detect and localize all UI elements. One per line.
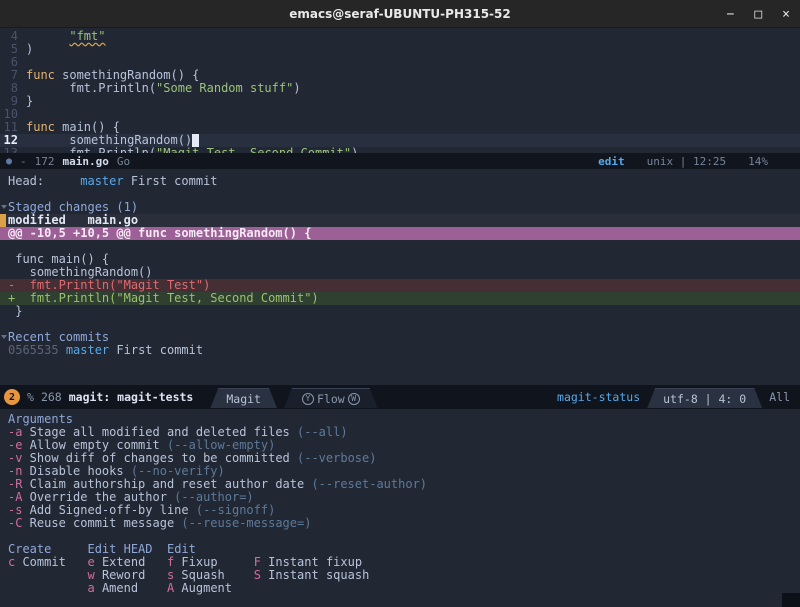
- buffer-name: main.go: [62, 154, 109, 168]
- close-icon[interactable]: ×: [782, 7, 790, 22]
- commit-line[interactable]: 0565535 master First commit: [0, 344, 800, 357]
- buffer-line: 5): [0, 43, 800, 56]
- circled-y-icon: Y: [302, 393, 314, 405]
- arg-reuse-message[interactable]: -C Reuse commit message (--reuse-message…: [0, 517, 800, 530]
- code-buffer-main-go[interactable]: 4 "fmt" 5) 6 7 func somethingRandom() {8 fmt…: [0, 28, 800, 153]
- diff-added-line[interactable]: + fmt.Println("Magit Test, Second Commit…: [0, 292, 800, 305]
- diff-context-line[interactable]: }: [0, 305, 800, 318]
- scroll-indicator: All: [769, 390, 790, 404]
- magit-buffer-size: 268: [40, 390, 62, 404]
- transient-commit-popup[interactable]: Arguments -a Stage all modified and delet…: [0, 409, 800, 607]
- circled-w-icon: W: [348, 393, 360, 405]
- maximize-icon[interactable]: □: [754, 7, 762, 22]
- tab-magit[interactable]: Magit: [210, 388, 277, 408]
- line-number: 13: [3, 146, 18, 154]
- encoding-and-time: unix | 12:25: [646, 154, 727, 168]
- magit-status-buffer[interactable]: Head: master First commit Staged changes …: [0, 169, 800, 385]
- head-line[interactable]: Head: master First commit: [0, 175, 800, 188]
- buffer-line: 8 fmt.Println("Some Random stuff"): [0, 82, 800, 95]
- minimize-icon[interactable]: −: [727, 7, 735, 22]
- buffer-line: 10: [0, 108, 800, 121]
- tab-encoding-position[interactable]: utf-8 | 4: 0: [647, 388, 762, 408]
- tab-flow[interactable]: Y Flow W: [284, 388, 378, 408]
- modeline-right-group: edit unix | 12:25 14%: [598, 155, 800, 168]
- hunk-heading[interactable]: @@ -10,5 +10,5 @@ func somethingRandom()…: [0, 227, 800, 240]
- window-controls: − □ ×: [727, 0, 790, 28]
- buffer-line: 9}: [0, 95, 800, 108]
- scroll-percentage: 14%: [748, 154, 768, 168]
- buffer-line: 4 "fmt": [0, 30, 800, 43]
- magit-major-mode[interactable]: magit-status: [557, 390, 640, 404]
- emacs-frame: emacs@seraf-UBUNTU-PH315-52 − □ × 4 "fmt…: [0, 0, 800, 607]
- section-heading-recent[interactable]: Recent commits: [0, 331, 800, 344]
- window-title: emacs@seraf-UBUNTU-PH315-52: [289, 6, 511, 21]
- magit-buffer-name: magit: magit-tests: [68, 390, 194, 404]
- edit-state-indicator: edit: [598, 154, 625, 168]
- titlebar: emacs@seraf-UBUNTU-PH315-52 − □ ×: [0, 0, 800, 28]
- readonly-indicator: %: [27, 390, 34, 404]
- modeline-main-go: ● - 172 main.go Go edit unix | 12:25 14%: [0, 153, 800, 169]
- action-row[interactable]: a Amend A Augment: [0, 582, 800, 595]
- section-heading-staged[interactable]: Staged changes (1): [0, 201, 800, 214]
- modeline-magit: 2 % 268 magit: magit-tests Magit Y Flow …: [0, 385, 800, 409]
- buffer-line: [0, 318, 800, 331]
- window-indicator-icon: ●: [6, 155, 13, 167]
- major-mode[interactable]: Go: [117, 155, 130, 168]
- flow-label: Flow: [316, 391, 345, 406]
- window-number-badge: 2: [4, 389, 20, 405]
- buffer-line: [0, 240, 800, 253]
- buffer-state: -: [20, 154, 27, 168]
- scrollbar-corner: [782, 593, 800, 607]
- buffer-size: 172: [34, 154, 55, 168]
